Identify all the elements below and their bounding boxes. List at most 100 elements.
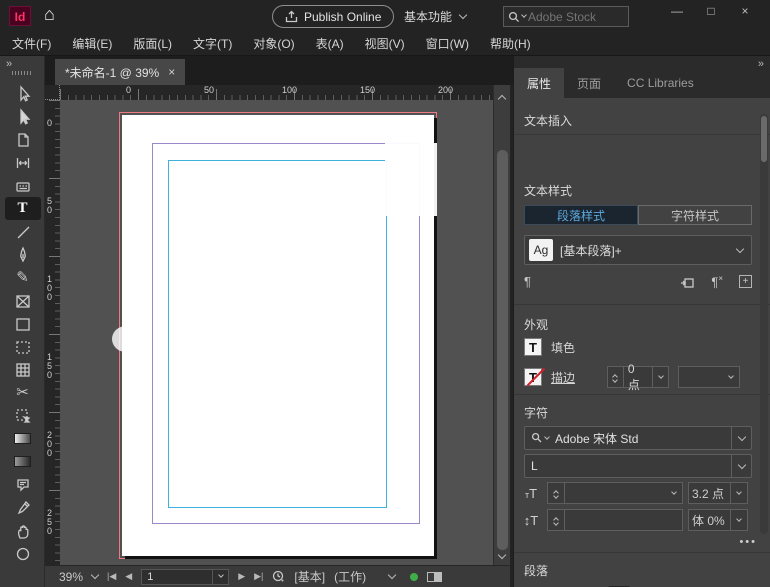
menu-window[interactable]: 窗口(W) xyxy=(426,35,469,52)
font-size-field[interactable] xyxy=(547,482,683,504)
tracking-field[interactable]: 体 0% xyxy=(688,509,748,531)
panel-scrollbar[interactable] xyxy=(760,114,768,534)
tab-properties[interactable]: 属性 xyxy=(514,68,564,98)
menu-table[interactable]: 表(A) xyxy=(316,35,344,52)
last-page-button[interactable]: ▶| xyxy=(254,571,263,582)
pilcrow-icon[interactable]: ¶ xyxy=(524,274,531,289)
zoom-dropdown-icon[interactable] xyxy=(91,571,99,579)
horizontal-grid-tool[interactable] xyxy=(5,358,41,381)
font-size-dropdown-icon[interactable] xyxy=(665,483,682,503)
zoom-level[interactable]: 39% xyxy=(59,570,83,584)
pages-icon[interactable] xyxy=(427,572,442,582)
menu-view[interactable]: 视图(V) xyxy=(365,35,405,52)
content-collector-tool[interactable] xyxy=(5,174,41,197)
gradient-feather-tool[interactable] xyxy=(5,450,41,473)
type-tool[interactable]: T xyxy=(5,197,41,220)
text-frame[interactable] xyxy=(168,160,387,508)
scrollbar-thumb[interactable] xyxy=(497,150,508,550)
adobe-stock-search[interactable] xyxy=(503,6,629,27)
tab-cc-libraries[interactable]: CC Libraries xyxy=(614,68,707,98)
document-tab[interactable]: *未命名-1 @ 39% × xyxy=(55,59,185,85)
clear-overrides-icon[interactable]: ¶× xyxy=(711,274,723,289)
scroll-up-icon[interactable] xyxy=(498,95,506,103)
maximize-button[interactable]: □ xyxy=(694,0,728,22)
page-number-input[interactable] xyxy=(142,571,212,583)
redefine-style-icon[interactable] xyxy=(680,275,695,289)
panel-grip[interactable] xyxy=(12,71,32,75)
horizontal-ruler[interactable]: 0 50 100 150 200 xyxy=(60,85,493,100)
menu-help[interactable]: 帮助(H) xyxy=(490,35,531,52)
paragraph-styles-tab[interactable]: 段落样式 xyxy=(524,205,638,225)
stroke-weight-dropdown-icon[interactable] xyxy=(652,367,668,387)
page-dropdown-icon[interactable] xyxy=(212,570,228,584)
fill-swatch-icon[interactable]: T xyxy=(524,338,542,356)
kerning-field[interactable] xyxy=(547,509,683,531)
font-family-dropdown-icon[interactable] xyxy=(731,427,751,449)
leading-dropdown-icon[interactable] xyxy=(730,483,747,503)
previous-page-button[interactable]: ◀ xyxy=(125,571,132,582)
document-canvas[interactable] xyxy=(60,100,493,565)
font-style-dropdown-icon[interactable] xyxy=(731,455,751,477)
stroke-label[interactable]: 描边 xyxy=(551,369,575,386)
ruler-origin-box[interactable] xyxy=(45,85,60,100)
leading-field[interactable]: 3.2 点 xyxy=(688,482,748,504)
hand-tool[interactable] xyxy=(5,519,41,542)
stroke-weight-field[interactable]: 0 点 xyxy=(607,366,669,388)
vertical-scrollbar[interactable] xyxy=(493,85,510,565)
preflight-profile[interactable]: [基本] xyxy=(294,568,325,585)
paragraph-style-dropdown[interactable]: Ag [基本段落]+ xyxy=(524,235,752,265)
kerning-stepper[interactable] xyxy=(548,510,565,530)
page-number-box[interactable] xyxy=(141,569,229,585)
fill-label[interactable]: 填色 xyxy=(551,339,575,356)
collapse-panel-icon[interactable]: » xyxy=(758,58,763,70)
close-button[interactable]: × xyxy=(728,0,762,22)
page-tool[interactable] xyxy=(5,128,41,151)
workspace-switcher[interactable]: 基本功能 xyxy=(404,8,466,25)
more-options-icon[interactable]: ••• xyxy=(739,536,757,548)
rectangle-frame-tool[interactable] xyxy=(5,289,41,312)
eyedropper-tool[interactable] xyxy=(5,496,41,519)
gap-tool[interactable] xyxy=(5,151,41,174)
panel-scrollbar-thumb[interactable] xyxy=(761,116,767,162)
tab-pages[interactable]: 页面 xyxy=(564,68,614,98)
note-tool[interactable] xyxy=(5,473,41,496)
rectangle-tool[interactable] xyxy=(5,312,41,335)
preflight-icon[interactable] xyxy=(272,570,285,583)
vertical-ruler[interactable]: 0 50 100 150 200 250 xyxy=(45,100,60,565)
publish-online-button[interactable]: Publish Online xyxy=(272,5,394,28)
stroke-type-dropdown-icon[interactable] xyxy=(722,367,739,387)
stroke-type-dropdown[interactable] xyxy=(678,366,740,388)
stroke-weight-stepper[interactable] xyxy=(608,367,624,387)
character-styles-tab[interactable]: 字符样式 xyxy=(638,205,752,225)
preflight-menu-icon[interactable] xyxy=(388,571,396,579)
gradient-swatch-tool[interactable] xyxy=(5,427,41,450)
font-size-stepper[interactable] xyxy=(548,483,565,503)
pen-tool[interactable] xyxy=(5,243,41,266)
home-icon[interactable]: ⌂ xyxy=(44,4,55,25)
scissors-tool[interactable]: ✂ xyxy=(5,381,41,404)
menu-object[interactable]: 对象(O) xyxy=(253,35,294,52)
font-style-dropdown[interactable]: L xyxy=(524,454,752,478)
close-tab-icon[interactable]: × xyxy=(168,65,175,79)
expand-panel-icon[interactable]: » xyxy=(6,58,11,70)
menu-type[interactable]: 文字(T) xyxy=(193,35,232,52)
minimize-button[interactable]: — xyxy=(660,0,694,22)
pencil-tool[interactable]: ✎ xyxy=(5,266,41,289)
menu-layout[interactable]: 版面(L) xyxy=(133,35,172,52)
search-input[interactable] xyxy=(528,10,614,24)
menu-file[interactable]: 文件(F) xyxy=(12,35,51,52)
menu-edit[interactable]: 编辑(E) xyxy=(72,35,112,52)
selection-tool[interactable] xyxy=(5,82,41,105)
line-tool[interactable] xyxy=(5,220,41,243)
tracking-dropdown-icon[interactable] xyxy=(730,510,747,530)
style-dropdown-icon[interactable] xyxy=(729,236,751,264)
new-style-icon[interactable]: + xyxy=(739,275,752,288)
free-transform-tool[interactable] xyxy=(5,404,41,427)
ellipse-tool[interactable] xyxy=(5,335,41,358)
scroll-down-icon[interactable] xyxy=(498,551,506,559)
direct-selection-tool[interactable] xyxy=(5,105,41,128)
zoom-tool[interactable] xyxy=(5,542,41,565)
next-page-button[interactable]: ▶ xyxy=(238,571,245,582)
font-family-dropdown[interactable]: Adobe 宋体 Std xyxy=(524,426,752,450)
stroke-swatch-icon[interactable]: T xyxy=(524,368,542,386)
